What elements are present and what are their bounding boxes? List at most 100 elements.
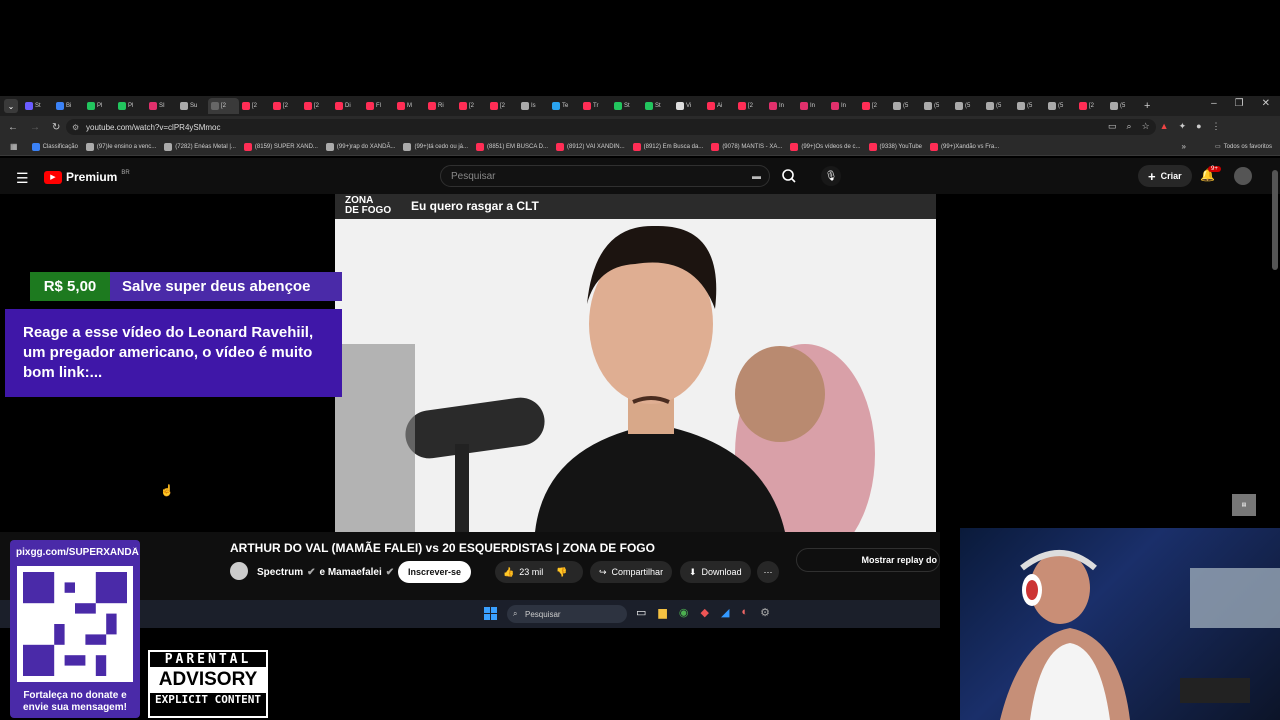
browser-tab[interactable]: St <box>22 98 53 114</box>
browser-tab[interactable]: (5 <box>952 98 983 114</box>
bookmark-item[interactable]: (8912) Em Busca da... <box>629 142 708 151</box>
search-input[interactable]: Pesquisar ▬ <box>440 165 770 187</box>
account-avatar[interactable] <box>1234 167 1252 185</box>
browser-tab[interactable]: [2 <box>208 98 239 114</box>
browser-tab[interactable]: Su <box>177 98 208 114</box>
chrome-icon[interactable]: ◉ <box>679 606 689 619</box>
browser-tab[interactable]: In <box>766 98 797 114</box>
keyboard-icon[interactable]: ▬ <box>752 171 761 181</box>
windows-start-icon[interactable] <box>484 607 497 620</box>
browser-tab[interactable]: Fl <box>363 98 394 114</box>
browser-tab[interactable]: In <box>828 98 859 114</box>
download-button[interactable]: ⬇ Download <box>680 561 751 583</box>
browser-tab[interactable]: Ri <box>425 98 456 114</box>
browser-tab[interactable]: SI <box>146 98 177 114</box>
channel-collab[interactable]: e Mamaefalei <box>320 567 382 578</box>
browser-tab[interactable]: [2 <box>859 98 890 114</box>
new-tab-icon[interactable]: + <box>1144 100 1150 112</box>
bookmark-item[interactable]: (9338) YouTube <box>865 142 926 151</box>
bookmark-item[interactable]: (9078) MANTIS - XA... <box>707 142 786 151</box>
file-explorer-icon[interactable]: ▆ <box>658 606 666 619</box>
create-button[interactable]: + Criar <box>1138 165 1192 187</box>
settings-gear-icon[interactable]: ⚙ <box>760 606 770 619</box>
tab-favicon <box>893 102 901 110</box>
youtube-logo[interactable]: ▶ Premium BR <box>44 170 130 184</box>
menu-icon[interactable]: ⋮ <box>1212 121 1221 132</box>
browser-tab[interactable]: St <box>642 98 673 114</box>
extension-icon[interactable]: ▲ <box>1160 121 1169 132</box>
all-bookmarks-folder[interactable]: ▭ Todos os favoritos <box>1215 143 1272 151</box>
browser-tab[interactable]: [2 <box>735 98 766 114</box>
steam-icon[interactable]: ◆ <box>700 606 708 619</box>
browser-tab[interactable]: St <box>611 98 642 114</box>
forward-icon[interactable]: → <box>30 122 40 133</box>
browser-tab[interactable]: M <box>394 98 425 114</box>
bookmark-item[interactable]: Classificação <box>28 142 82 151</box>
search-button[interactable] <box>771 165 807 187</box>
browser-tab[interactable]: (5 <box>1107 98 1138 114</box>
back-icon[interactable]: ← <box>8 122 18 133</box>
hamburger-menu-icon[interactable]: ☰ <box>16 170 29 187</box>
browser-tab[interactable]: Pl <box>84 98 115 114</box>
taskbar-search-input[interactable]: ⌕ Pesquisar <box>507 605 627 623</box>
bookmark-item[interactable]: (8851) EM BUSCA D... <box>472 142 552 151</box>
browser-tab[interactable]: (5 <box>890 98 921 114</box>
browser-tab[interactable]: (5 <box>921 98 952 114</box>
tab-search-icon[interactable]: ⌄ <box>4 99 18 113</box>
browser-tab[interactable]: [2 <box>270 98 301 114</box>
subscribe-button[interactable]: Inscrever-se <box>398 561 472 583</box>
voice-search-icon[interactable]: 🎙 <box>821 166 841 186</box>
dislike-icon[interactable]: 👎 <box>556 567 567 578</box>
browser-tab[interactable]: Vi <box>673 98 704 114</box>
browser-tab[interactable]: [2 <box>456 98 487 114</box>
site-info-icon[interactable]: ⚙ <box>72 123 79 132</box>
browser-tab[interactable]: [2 <box>487 98 518 114</box>
browser-tab[interactable]: (5 <box>983 98 1014 114</box>
channel-avatar[interactable] <box>230 562 248 580</box>
task-view-icon[interactable]: ▭ <box>636 606 646 619</box>
browser-tab[interactable]: (5 <box>1014 98 1045 114</box>
bookmark-item[interactable]: (99+)Os vídeos de c... <box>786 142 864 151</box>
browser-tab[interactable]: Is <box>518 98 549 114</box>
bookmark-item[interactable]: (97)Ie ensino a venc... <box>82 142 160 151</box>
browser-tab[interactable]: Ai <box>704 98 735 114</box>
browser-tab[interactable]: Di <box>332 98 363 114</box>
browser-tab[interactable]: In <box>797 98 828 114</box>
share-button[interactable]: ↪ Compartilhar <box>590 561 673 583</box>
bookmark-item[interactable]: (8912) VAI XANDIN... <box>552 142 629 151</box>
address-bar[interactable]: ⚙ youtube.com/watch?v=clPR4ySMmoc <box>66 119 1156 135</box>
page-scrollbar[interactable] <box>1272 170 1278 270</box>
browser-tab[interactable]: [2 <box>1076 98 1107 114</box>
browser-tab[interactable]: Bi <box>53 98 84 114</box>
reload-icon[interactable]: ↻ <box>52 122 60 133</box>
browser-tab[interactable]: [2 <box>239 98 270 114</box>
apps-grid-icon[interactable]: ▦ <box>10 142 18 151</box>
browser-tab[interactable]: Tr <box>580 98 611 114</box>
minimize-icon[interactable]: – <box>1211 98 1217 109</box>
more-bookmarks-icon[interactable]: » <box>1182 142 1186 151</box>
bookmark-item[interactable]: (99+)Xandão vs Fra... <box>926 142 1003 151</box>
video-player[interactable] <box>335 194 936 532</box>
bookmark-star-icon[interactable]: ☆ <box>1142 121 1150 132</box>
more-actions-button[interactable]: ⋯ <box>757 561 779 583</box>
bookmark-item[interactable]: (8159) SUPER XAND... <box>240 142 322 151</box>
obs-icon[interactable]: ◐ <box>741 606 748 619</box>
bookmark-favicon <box>85 142 94 151</box>
like-icon[interactable]: 👍 <box>503 567 514 578</box>
zoom-icon[interactable]: ⌕ <box>1127 121 1132 132</box>
profile-avatar[interactable]: ● <box>1196 121 1201 132</box>
browser-tab[interactable]: [2 <box>301 98 332 114</box>
bookmark-item[interactable]: (99+)rap do XANDÃ... <box>322 142 400 151</box>
bookmark-item[interactable]: (7282) Enéas Metal |... <box>160 142 240 151</box>
restore-icon[interactable]: ❐ <box>1235 98 1244 109</box>
app-icon[interactable]: ◢ <box>721 606 729 619</box>
cast-icon[interactable]: ▭ <box>1108 121 1117 132</box>
channel-name[interactable]: Spectrum <box>257 567 303 578</box>
close-window-icon[interactable]: ✕ <box>1262 98 1270 109</box>
browser-tab[interactable]: Pl <box>115 98 146 114</box>
extensions-icon[interactable]: ✦ <box>1179 121 1187 132</box>
browser-tab[interactable]: Te <box>549 98 580 114</box>
show-chat-replay-button[interactable]: Mostrar replay do <box>796 548 940 572</box>
browser-tab[interactable]: (5 <box>1045 98 1076 114</box>
bookmark-item[interactable]: (99+)tá cedo ou já... <box>399 142 472 151</box>
